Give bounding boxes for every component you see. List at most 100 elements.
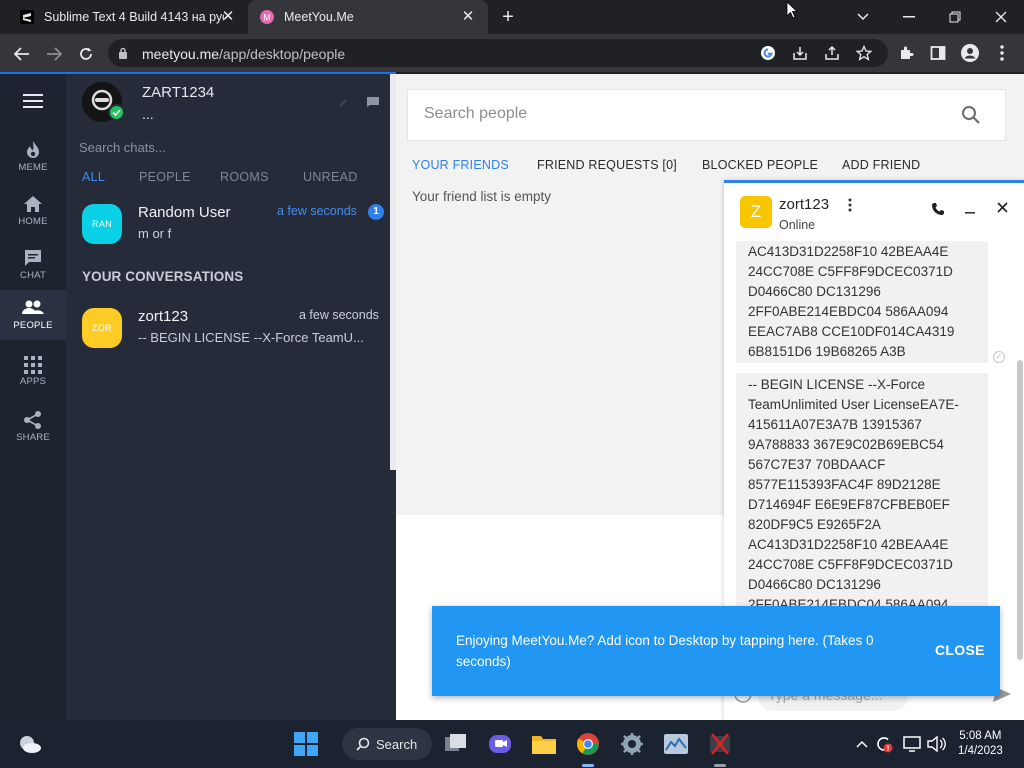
share-icon xyxy=(24,411,41,429)
close-chat-icon[interactable] xyxy=(994,199,1010,215)
share-page-icon[interactable] xyxy=(822,43,842,63)
task-view-icon[interactable] xyxy=(442,730,470,758)
chat-name: zort123 xyxy=(138,308,189,325)
tab-sublime-text[interactable]: Sublime Text 4 Build 4143 на рус ✕ xyxy=(0,0,248,34)
teams-chat-icon[interactable] xyxy=(486,730,514,758)
people-icon xyxy=(22,300,44,314)
url-text: meetyou.me/app/desktop/people xyxy=(142,46,346,62)
sync-alert-icon[interactable] xyxy=(870,730,898,758)
settings-gear-icon[interactable] xyxy=(618,730,646,758)
address-bar[interactable]: meetyou.me/app/desktop/people xyxy=(108,39,888,67)
search-icon[interactable] xyxy=(961,105,981,125)
edit-pencil-icon[interactable] xyxy=(338,98,348,108)
filter-all[interactable]: ALL xyxy=(82,170,105,184)
tab-close-icon[interactable]: ✕ xyxy=(460,9,476,25)
lock-icon[interactable] xyxy=(118,47,128,59)
minimize-icon[interactable] xyxy=(896,4,922,30)
tab-meetyou[interactable]: M MeetYou.Me ✕ xyxy=(248,0,488,34)
chrome-icon[interactable] xyxy=(574,730,602,758)
chat-icon xyxy=(25,250,41,266)
crossed-app-icon[interactable] xyxy=(706,730,734,758)
more-options-icon[interactable] xyxy=(842,197,858,213)
profile-icon[interactable] xyxy=(960,43,980,63)
sublime-favicon-icon xyxy=(20,10,34,24)
search-icon xyxy=(356,737,370,751)
list-item-random-user[interactable]: RAN Random User m or f a few seconds 1 xyxy=(66,194,396,252)
google-icon[interactable] xyxy=(758,43,778,63)
chat-filter-tabs: ALL PEOPLE ROOMS UNREAD xyxy=(82,170,382,188)
rail-item-meme[interactable]: MEME xyxy=(0,132,66,182)
popup-contact-status: Online xyxy=(779,218,816,232)
toast-close-button[interactable]: CLOSE xyxy=(935,642,985,658)
taskbar-search-button[interactable]: Search xyxy=(342,728,432,760)
chat-name: Random User xyxy=(138,204,231,221)
list-item-zort123[interactable]: ZOR zort123 -- BEGIN LICENSE --X-Force T… xyxy=(66,298,396,356)
popup-contact-name[interactable]: zort123 xyxy=(779,196,829,213)
clock-date: 1/4/2023 xyxy=(958,745,1003,757)
add-to-desktop-toast[interactable]: Enjoying MeetYou.Me? Add icon to Desktop… xyxy=(432,606,1000,696)
new-tab-icon[interactable]: + xyxy=(498,7,518,27)
minimize-chat-icon[interactable] xyxy=(962,205,978,221)
message-bubble: -- BEGIN LICENSE --X-Force TeamUnlimited… xyxy=(736,373,988,610)
scrollbar[interactable] xyxy=(1017,360,1023,660)
app-nav-rail: MEME HOME CHAT PEOPLE APPS SHARE xyxy=(0,74,66,720)
file-explorer-icon[interactable] xyxy=(530,730,558,758)
reload-icon[interactable] xyxy=(75,43,97,65)
svg-text:M: M xyxy=(263,13,271,23)
forward-icon[interactable] xyxy=(43,43,65,65)
filter-unread[interactable]: UNREAD xyxy=(303,170,358,184)
phone-icon[interactable] xyxy=(930,201,946,217)
restore-icon[interactable] xyxy=(942,4,968,30)
tab-search-chevron-icon[interactable] xyxy=(850,4,876,30)
search-placeholder: Search people xyxy=(424,105,528,122)
bookmark-star-icon[interactable] xyxy=(854,43,874,63)
tab-close-icon[interactable]: ✕ xyxy=(220,9,236,25)
back-icon[interactable] xyxy=(11,43,33,65)
new-message-icon[interactable] xyxy=(366,96,380,108)
side-panel-icon[interactable] xyxy=(928,43,948,63)
close-window-icon[interactable] xyxy=(988,4,1014,30)
volume-icon[interactable] xyxy=(922,730,950,758)
avatar[interactable]: Z xyxy=(740,196,772,228)
people-tabs: YOUR FRIENDS FRIEND REQUESTS [0] BLOCKED… xyxy=(396,154,1024,178)
profile-status[interactable]: ... xyxy=(142,106,154,122)
search-chats-input[interactable]: Search chats... xyxy=(79,140,166,155)
rail-item-people[interactable]: PEOPLE xyxy=(0,290,66,340)
profile-username[interactable]: ZART1234 xyxy=(142,84,214,101)
tab-add-friend[interactable]: ADD FRIEND xyxy=(842,158,920,172)
rail-label: APPS xyxy=(19,376,47,387)
rail-label: HOME xyxy=(18,216,48,227)
apps-grid-icon xyxy=(24,356,42,374)
tab-your-friends[interactable]: YOUR FRIENDS xyxy=(412,158,509,172)
browser-toolbar: meetyou.me/app/desktop/people xyxy=(0,34,1024,72)
filter-people[interactable]: PEOPLE xyxy=(139,170,191,184)
rail-item-home[interactable]: HOME xyxy=(0,186,66,236)
browser-menu-icon[interactable] xyxy=(992,43,1012,63)
monitor-app-icon[interactable] xyxy=(662,730,690,758)
chat-preview: -- BEGIN LICENSE --X-Force TeamU... xyxy=(138,330,364,345)
online-check-icon xyxy=(108,104,125,121)
flame-icon xyxy=(27,141,39,158)
windows-start-icon[interactable] xyxy=(292,730,320,758)
search-people-input[interactable]: Search people xyxy=(407,89,1006,141)
taskbar-clock[interactable]: 5:08 AM 1/4/2023 xyxy=(958,729,1003,759)
rail-item-apps[interactable]: APPS xyxy=(0,348,66,398)
active-app-indicator xyxy=(582,764,594,767)
hamburger-menu-icon[interactable] xyxy=(23,94,43,108)
rail-item-chat[interactable]: CHAT xyxy=(0,240,66,290)
meetyou-favicon-icon: M xyxy=(260,10,274,24)
rail-item-share[interactable]: SHARE xyxy=(0,402,66,452)
chat-time: a few seconds xyxy=(299,308,379,322)
rail-label: CHAT xyxy=(20,270,46,281)
filter-rooms[interactable]: ROOMS xyxy=(220,170,269,184)
rail-label: SHARE xyxy=(16,432,50,443)
tab-friend-requests[interactable]: FRIEND REQUESTS [0] xyxy=(537,158,677,172)
section-title: YOUR CONVERSATIONS xyxy=(82,269,244,284)
weather-icon[interactable] xyxy=(16,730,44,758)
toast-message[interactable]: Enjoying MeetYou.Me? Add icon to Desktop… xyxy=(456,630,906,672)
extensions-icon[interactable] xyxy=(896,43,916,63)
tab-blocked-people[interactable]: BLOCKED PEOPLE xyxy=(702,158,818,172)
install-app-icon[interactable] xyxy=(790,43,810,63)
taskbar-search-label: Search xyxy=(376,736,418,752)
home-icon xyxy=(24,196,42,212)
